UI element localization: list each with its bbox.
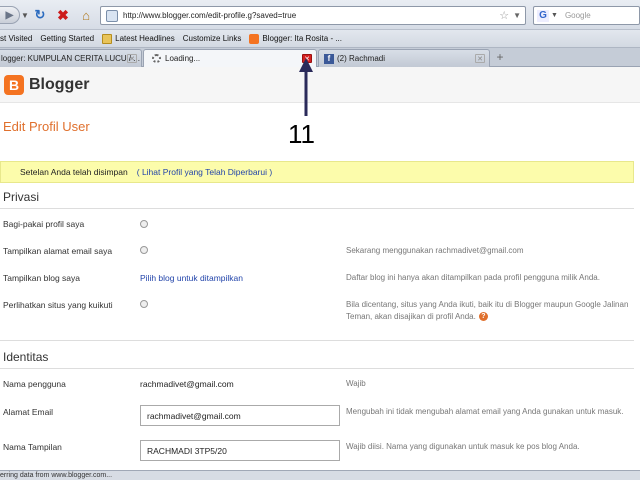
bookmark-customize-links[interactable]: Customize Links [183,34,242,43]
divider [0,208,634,209]
new-tab-button[interactable]: + [492,50,508,65]
show-followed-sites-checkbox[interactable] [140,300,148,308]
show-blogs-label: Tampilkan blog saya [3,273,81,283]
address-bar[interactable]: http://www.blogger.com/edit-profile.g?sa… [100,6,526,25]
bookmark-label: Blogger: Ita Rosita - ... [262,34,342,43]
url-dropdown-icon[interactable]: ▼ [513,11,521,20]
bookmark-star-icon[interactable]: ☆ [499,9,509,22]
share-profile-label: Bagi-pakai profil saya [3,219,85,229]
choose-blogs-link[interactable]: Pilih blog untuk ditampilkan [140,273,243,283]
bookmark-latest-headlines[interactable]: Latest Headlines [102,33,175,44]
site-favicon-icon [106,9,118,22]
show-email-checkbox[interactable] [140,246,148,254]
blogger-header: B Blogger [0,67,640,103]
username-value: rachmadivet@gmail.com [140,379,234,389]
section-privasi-heading: Privasi [3,190,40,204]
bookmark-label: Getting Started [40,34,95,43]
display-name-field[interactable]: RACHMADI 3TP5/20 [140,440,340,461]
search-bar[interactable]: G ▼ Google [533,6,640,25]
back-button[interactable]: ▶ [0,6,20,24]
tab-kumpulan-cerita[interactable]: logger: KUMPULAN CERITA LUCU / ... ✕ [0,49,142,67]
show-email-label: Tampilkan alamat email saya [3,246,113,256]
saved-notice: Setelan Anda telah disimpan ( Lihat Prof… [0,161,634,183]
brand-name[interactable]: Blogger [29,76,89,94]
bookmarks-bar: st Visited Getting Started Latest Headli… [0,30,640,48]
view-updated-profile-link[interactable]: ( Lihat Profil yang Telah Diperbarui ) [137,167,272,177]
blogger-icon [249,33,260,44]
address-url[interactable]: http://www.blogger.com/edit-profile.g?sa… [123,11,499,20]
email-label: Alamat Email [3,407,54,417]
email-help: Mengubah ini tidak mengubah alamat email… [346,407,624,416]
username-label: Nama pengguna [3,379,66,389]
google-icon[interactable]: G [537,9,549,22]
stop-icon[interactable]: ✖ [55,7,71,23]
annotation-arrow-icon [299,58,313,116]
status-bar: erring data from www.blogger.com... [0,470,640,480]
tab-label: Loading... [165,54,201,63]
section-identitas-heading: Identitas [3,350,49,364]
close-tab-icon[interactable]: ✕ [127,54,137,63]
email-field[interactable]: rachmadivet@gmail.com [140,405,340,426]
bookmark-label: Customize Links [182,34,242,43]
display-name-label: Nama Tampilan [3,442,62,452]
annotation-number: 11 [288,119,315,149]
folder-icon [102,33,113,44]
divider [0,368,634,369]
loading-spinner-icon [152,54,161,63]
email-field-value[interactable]: rachmadivet@gmail.com [147,411,241,421]
show-followed-sites-label: Perlihatkan situs yang kuikuti [3,300,113,310]
show-email-help: Sekarang menggunakan rachmadivet@gmail.c… [346,246,524,255]
display-name-help: Wajib diisi. Nama yang digunakan untuk m… [346,442,580,451]
username-help: Wajib [346,379,366,388]
bookmark-label: st Visited [0,34,33,43]
bookmark-getting-started[interactable]: Getting Started [40,34,94,43]
question-icon[interactable]: ? [478,312,488,322]
search-placeholder[interactable]: Google [565,11,591,20]
notice-text: Setelan Anda telah disimpan [20,167,128,177]
history-dropdown-icon[interactable]: ▼ [20,7,30,23]
tab-rachmadi[interactable]: f (2) Rachmadi ✕ [318,49,490,67]
facebook-icon: f [324,53,334,64]
page-content: B Blogger Edit Profil User Setelan Anda … [0,67,640,470]
show-blogs-help: Daftar blog ini hanya akan ditampilkan p… [346,273,600,282]
tab-label: (2) Rachmadi [337,54,386,63]
close-tab-icon[interactable]: ✕ [475,54,485,63]
bookmark-most-visited[interactable]: st Visited [0,34,32,43]
reload-icon[interactable]: ↻ [32,7,48,23]
search-engine-dropdown-icon[interactable]: ▼ [551,12,558,19]
tab-loading[interactable]: Loading... ✕ [143,49,317,67]
tab-bar: logger: KUMPULAN CERITA LUCU / ... ✕ Loa… [0,48,640,67]
bookmark-label: Latest Headlines [115,34,175,43]
display-name-value[interactable]: RACHMADI 3TP5/20 [147,446,227,456]
home-icon[interactable]: ⌂ [78,7,94,23]
share-profile-checkbox[interactable] [140,220,148,228]
page-title: Edit Profil User [3,119,90,134]
bookmark-blogger[interactable]: Blogger: Ita Rosita - ... [249,33,342,44]
tab-label: logger: KUMPULAN CERITA LUCU / ... [1,54,140,63]
browser-toolbar: ▶ ▼ ↻ ✖ ⌂ http://www.blogger.com/edit-pr… [0,0,640,30]
show-followed-sites-help: Bila dicentang, situs yang Anda ikuti, b… [346,299,636,323]
blogger-logo-icon[interactable]: B [4,75,24,95]
divider [0,340,634,341]
